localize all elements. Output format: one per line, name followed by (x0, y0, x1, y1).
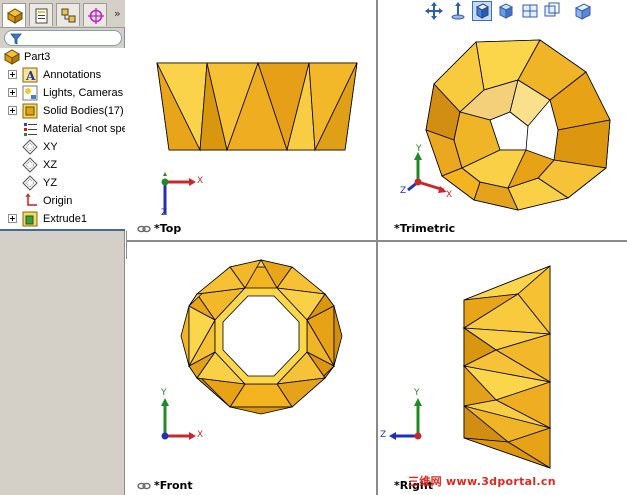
move-icon[interactable] (424, 1, 444, 21)
solidworks-window: » Part3 A Annotations Lights, Cameras So… (0, 0, 627, 495)
tree-item-annotations[interactable]: A Annotations (0, 66, 125, 84)
property-manager-tab[interactable] (29, 3, 53, 26)
expand-icon[interactable] (8, 88, 17, 97)
viewport-label-front: *Front (154, 479, 193, 492)
tree-item-plane-xy[interactable]: XY (0, 138, 125, 156)
crosshair-icon (88, 8, 104, 24)
viewport-front[interactable]: Y X *Front (127, 242, 376, 495)
tree-item-part[interactable]: Part3 (0, 48, 125, 66)
display-mode-icon[interactable] (572, 1, 592, 21)
configuration-manager-icon (61, 8, 76, 23)
viewport-trimetric[interactable]: Y X Z *Trimetric (378, 0, 627, 240)
rollback-bar[interactable] (0, 229, 125, 231)
feature-manager-tab[interactable] (2, 3, 26, 27)
display-style-icon[interactable] (472, 1, 492, 21)
axis-y-label: Y (161, 388, 167, 398)
tree-item-label: XY (43, 141, 58, 153)
configuration-manager-tab[interactable] (56, 3, 80, 26)
extrude-icon (22, 211, 38, 227)
tree-item-extrude1[interactable]: Extrude1 (0, 210, 125, 228)
tree-item-solid-bodies[interactable]: Solid Bodies(17) (0, 102, 125, 120)
axis-y-label: Y (414, 388, 420, 398)
heads-up-view-toolbar (418, 0, 627, 22)
triad-top (161, 172, 196, 214)
plane-icon (22, 139, 38, 155)
feature-manager-panel: » Part3 A Annotations Lights, Cameras So… (0, 0, 125, 495)
plane-icon (22, 175, 38, 191)
axis-z-label: Z (400, 186, 407, 196)
normal-to-icon[interactable] (448, 1, 468, 21)
watermark-text: 三维网 www.3dportal.cn (408, 475, 556, 488)
tree-item-lights[interactable]: Lights, Cameras (0, 84, 125, 102)
tree-item-material[interactable]: Material <not spe (0, 120, 125, 138)
tree-item-label: Solid Bodies(17) (43, 105, 124, 117)
tree-item-label: XZ (43, 159, 58, 171)
tree-item-label: YZ (43, 177, 58, 189)
triad-front (161, 398, 196, 440)
viewport-label-top: *Top (154, 222, 182, 235)
svg-text:A: A (25, 69, 36, 83)
triad-trimetric (407, 152, 447, 193)
tree-item-plane-yz[interactable]: YZ (0, 174, 125, 192)
axis-y-label: Y (416, 144, 422, 154)
section-view-icon[interactable] (520, 1, 540, 21)
axis-x-label: X (197, 176, 204, 186)
axis-z-label: Z (380, 430, 387, 440)
tree-item-label: Origin (43, 195, 73, 207)
tree-item-label: Lights, Cameras (43, 87, 124, 99)
collapse-panel-button[interactable]: » (114, 7, 121, 20)
shaded-cube-icon[interactable] (496, 1, 516, 21)
feature-tree: Part3 A Annotations Lights, Cameras Soli… (0, 48, 125, 230)
expand-icon[interactable] (8, 214, 17, 223)
filter-field[interactable] (4, 30, 122, 46)
tree-item-label: Part3 (24, 51, 51, 63)
tree-item-plane-xz[interactable]: XZ (0, 156, 125, 174)
expand-icon[interactable] (8, 70, 17, 79)
axis-x-label: X (446, 190, 453, 200)
triad-right (389, 398, 422, 440)
axis-z-label: Z (161, 208, 168, 218)
feature-manager-icon (6, 8, 24, 24)
plane-icon (22, 157, 38, 173)
lights-icon (22, 85, 38, 101)
dimxpert-tab[interactable] (83, 3, 107, 26)
viewport-label-trimetric: *Trimetric (394, 222, 456, 235)
expand-icon[interactable] (8, 106, 17, 115)
part-icon (4, 49, 20, 65)
property-manager-icon (35, 8, 48, 24)
view-link-icon (137, 482, 151, 490)
material-icon (24, 123, 37, 136)
tree-item-label: Material <not spe (43, 123, 125, 135)
viewport-top[interactable]: X Z *Top (127, 0, 376, 240)
viewport-divider-horizontal[interactable] (127, 240, 627, 242)
tree-item-origin[interactable]: Origin (0, 192, 125, 210)
tree-item-label: Extrude1 (43, 213, 88, 225)
annotations-icon: A (22, 67, 38, 83)
origin-icon (25, 193, 37, 206)
solid-bodies-icon (22, 103, 38, 119)
panel-tabs: » (0, 0, 125, 28)
viewport-divider-vertical[interactable] (376, 0, 378, 495)
axis-x-label: X (197, 430, 204, 440)
view-orientation-dropdown-icon[interactable] (542, 1, 562, 21)
view-link-icon (137, 225, 151, 233)
filter-icon (10, 33, 22, 45)
viewport-right[interactable]: Y Z *Right (378, 242, 627, 495)
tree-item-label: Annotations (43, 69, 102, 81)
